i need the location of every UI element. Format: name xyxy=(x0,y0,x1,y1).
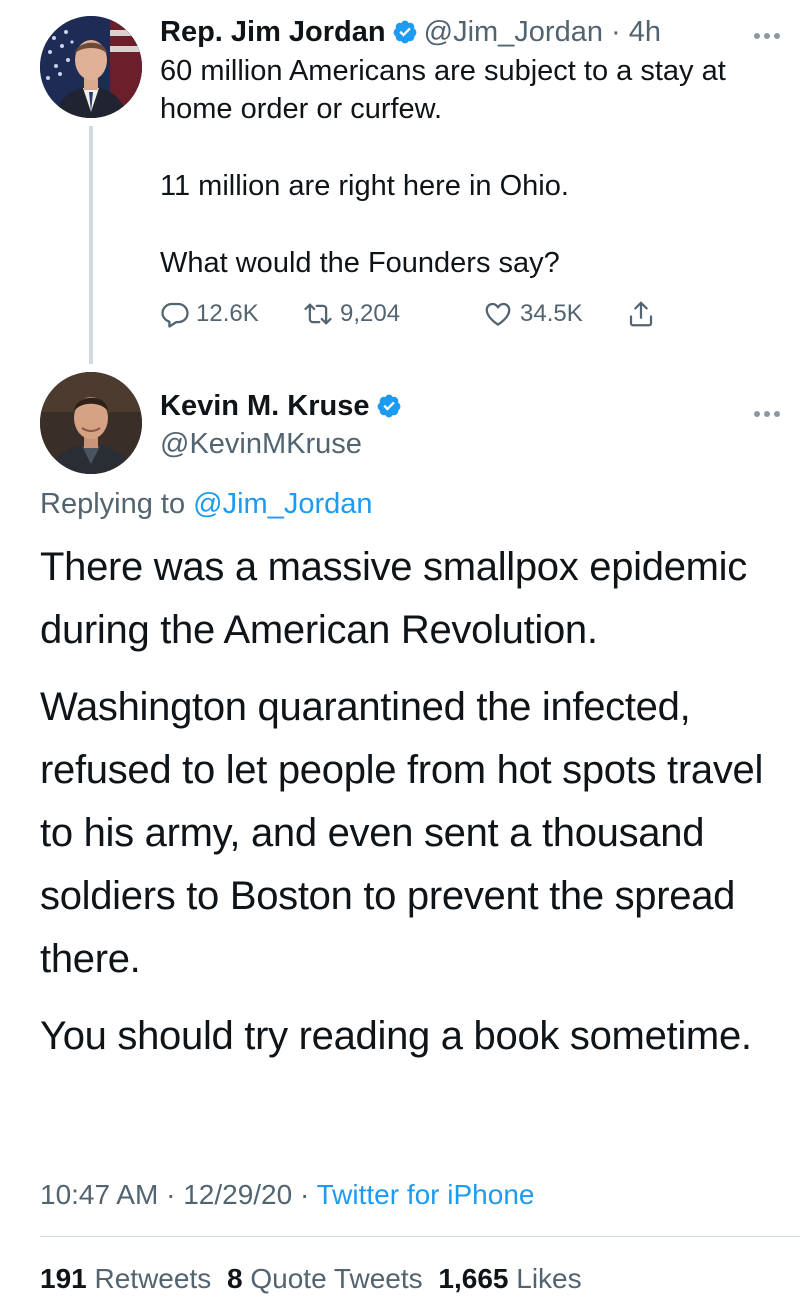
tweet-date[interactable]: 12/29/20 xyxy=(183,1179,292,1210)
quote-tweets-stat-link[interactable]: 8 Quote Tweets xyxy=(227,1263,423,1294)
retweets-stat-link[interactable]: 191 Retweets xyxy=(40,1263,211,1294)
tweet-text-line: 11 million are right here in Ohio. xyxy=(160,170,569,202)
verified-badge-icon xyxy=(377,394,400,418)
retweet-icon xyxy=(304,303,332,325)
tweet-time[interactable]: 10:47 AM xyxy=(40,1179,158,1210)
tweet-paragraph: There was a massive smallpox epidemic du… xyxy=(40,545,747,652)
likes-count: 1,665 xyxy=(438,1263,509,1294)
tweet-stats: 191 Retweets 8 Quote Tweets 1,665 Likes xyxy=(40,1259,590,1299)
tweet-timestamp[interactable]: 4h xyxy=(629,16,661,48)
separator-dot: · xyxy=(299,1179,310,1210)
more-icon[interactable] xyxy=(754,404,788,417)
reply-button[interactable]: 12.6K xyxy=(160,294,259,334)
replying-to-line: Replying to @Jim_Jordan xyxy=(40,486,373,522)
likes-label: Likes xyxy=(516,1263,582,1294)
tweet-paragraph: Washington quarantined the infected, ref… xyxy=(40,685,764,981)
divider xyxy=(40,1236,800,1237)
parent-tweet[interactable]: Rep. Jim Jordan @Jim_Jordan · 4h 60 milli… xyxy=(0,0,800,370)
verified-badge-icon xyxy=(393,20,416,44)
tweet-paragraph: You should try reading a book sometime. xyxy=(40,1014,752,1058)
quote-tweets-count: 8 xyxy=(227,1263,243,1294)
share-button[interactable] xyxy=(626,294,662,334)
author-handle[interactable]: @KevinMKruse xyxy=(160,426,362,462)
tweet-text-line: 60 million Americans are subject to a st… xyxy=(160,55,726,125)
likes-stat-link[interactable]: 1,665 Likes xyxy=(438,1263,581,1294)
reply-icon xyxy=(161,302,189,328)
like-button[interactable]: 34.5K xyxy=(482,294,583,334)
author-name[interactable]: Kevin M. Kruse xyxy=(160,390,370,422)
quote-tweets-label: Quote Tweets xyxy=(250,1263,423,1294)
separator-dot: · xyxy=(611,16,621,48)
retweet-count: 9,204 xyxy=(340,300,401,327)
retweets-label: Retweets xyxy=(94,1263,212,1294)
main-tweet-header: Kevin M. Kruse xyxy=(160,388,408,424)
share-icon xyxy=(629,301,653,327)
more-icon[interactable] xyxy=(754,26,788,39)
separator-dot: · xyxy=(166,1179,176,1210)
tweet-text-line: What would the Founders say? xyxy=(160,247,560,279)
retweet-button[interactable]: 9,204 xyxy=(302,294,400,334)
reply-count: 12.6K xyxy=(196,300,259,327)
thread-connector-line xyxy=(89,126,93,364)
like-icon xyxy=(485,302,511,326)
like-count: 34.5K xyxy=(520,300,583,327)
replying-to-label: Replying to xyxy=(40,488,186,520)
tweet-actions-bar: 12.6K 9,204 34.5K xyxy=(160,294,720,334)
parent-tweet-header: Rep. Jim Jordan @Jim_Jordan · 4h xyxy=(160,14,760,50)
avatar-jim-jordan[interactable] xyxy=(40,16,142,118)
tweet-meta-line: 10:47 AM · 12/29/20 · Twitter for iPhone xyxy=(40,1175,534,1215)
tweet-source-link[interactable]: Twitter for iPhone xyxy=(317,1179,535,1210)
replying-to-mention-link[interactable]: @Jim_Jordan xyxy=(193,488,372,520)
author-name[interactable]: Rep. Jim Jordan xyxy=(160,16,386,48)
retweets-count: 191 xyxy=(40,1263,87,1294)
avatar-kevin-kruse[interactable] xyxy=(40,372,142,474)
author-handle[interactable]: @Jim_Jordan xyxy=(424,16,603,48)
